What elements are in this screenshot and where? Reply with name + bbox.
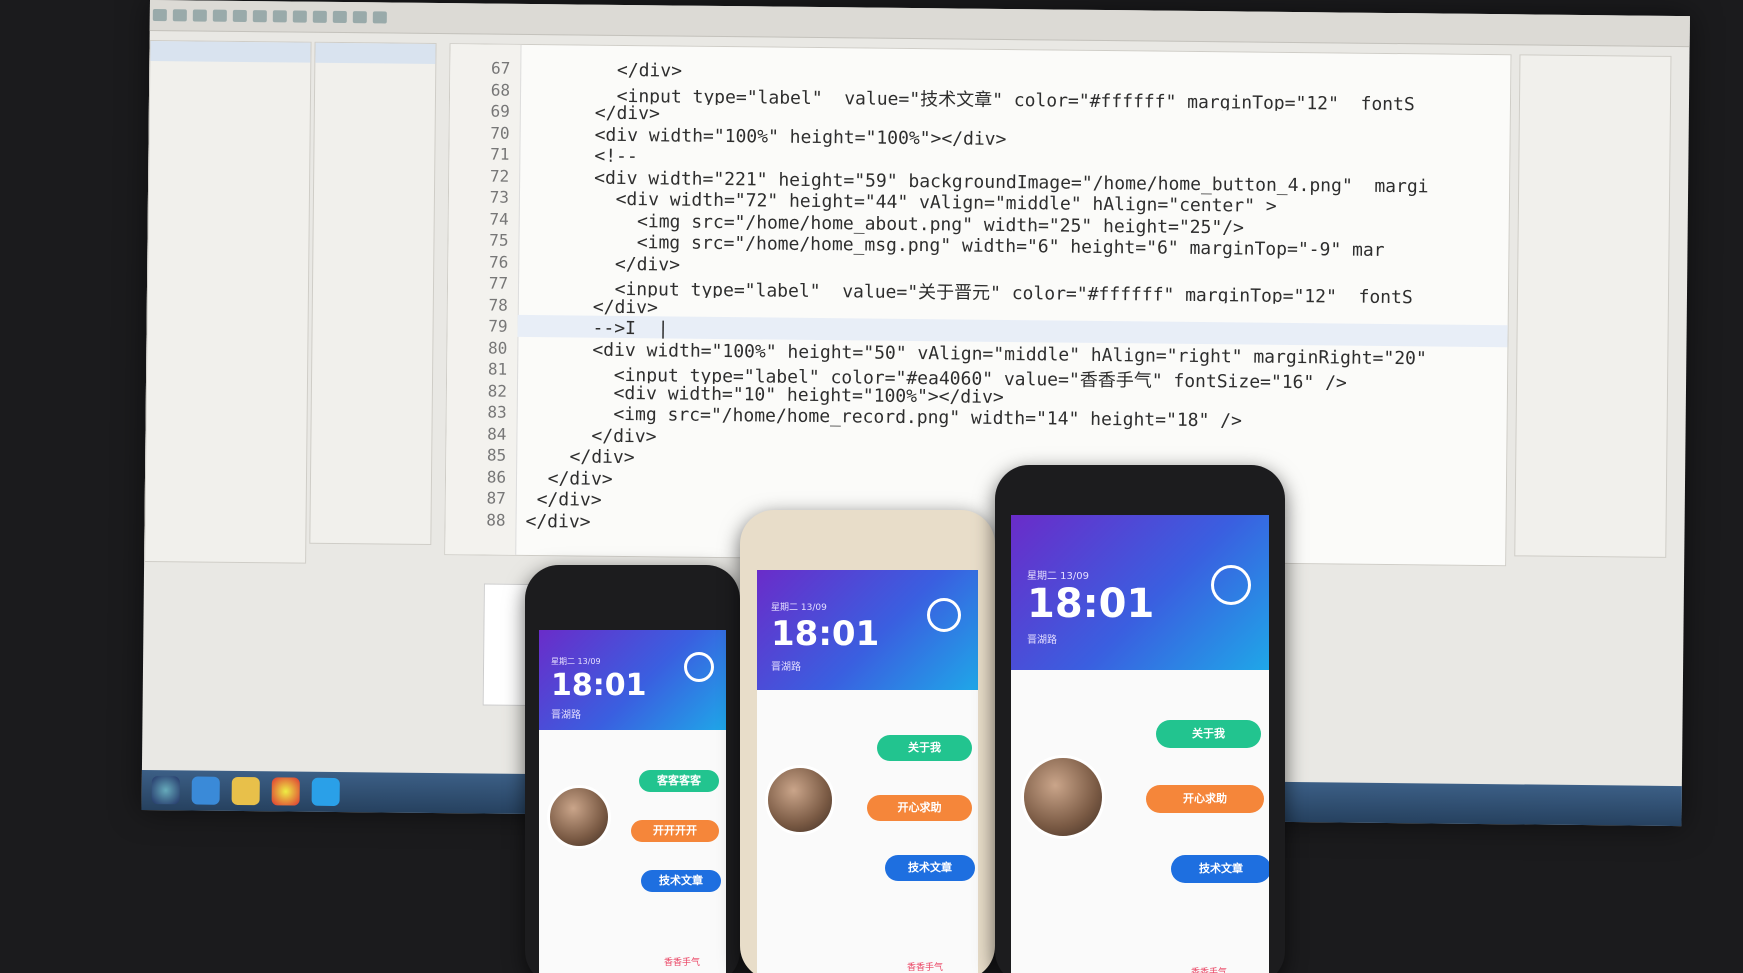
phone-middle: 星期二 13/09 18:01 晋湖路 关于我 开心求助 技术文章 香香手气	[740, 510, 995, 973]
date-label: 星期二 13/09	[771, 603, 827, 613]
line-number: 75	[489, 230, 509, 250]
time-label: 18:01	[551, 668, 647, 703]
code-line: </div>	[526, 424, 657, 447]
photo-scene: 67 68 69 70 71 72 73 74 75 76 77 78 79 80 81 82 83 84 85 86…	[0, 0, 1743, 973]
line-number: 77	[488, 273, 509, 293]
code-editor[interactable]: 67 68 69 70 71 72 73 74 75 76 77 78 79 80 81 82 83 84 85 86…	[444, 43, 1512, 567]
sun-icon	[684, 652, 714, 682]
phone-small: 星期二 13/09 18:01 晋湖路 客客客客 开开开开 技术文章 香香手气	[525, 565, 740, 973]
pill-button-2[interactable]: 开心求助	[867, 795, 972, 821]
phone-large-screen: 星期二 13/09 18:01 晋湖路 关于我 开心求助 技术文章 香香手气	[1011, 515, 1269, 973]
line-number: 84	[487, 424, 507, 444]
weather-header: 星期二 13/09 18:01 晋湖路	[1011, 515, 1269, 670]
code-line: </div>	[525, 510, 591, 533]
avatar	[765, 765, 835, 835]
line-number: 71	[490, 144, 510, 164]
line-number: 78	[488, 295, 508, 315]
line-number: 87	[486, 488, 506, 508]
status-bar	[539, 630, 726, 646]
phone-large: 星期二 13/09 18:01 晋湖路 关于我 开心求助 技术文章 香香手气	[995, 465, 1285, 973]
location-label: 晋湖路	[771, 662, 801, 673]
code-line: <input type="label" value="关于晋元" color="…	[527, 277, 1413, 306]
pill-button-3[interactable]: 技术文章	[885, 855, 975, 881]
code-line: </div>	[525, 488, 602, 511]
ide-toolbar	[149, 0, 1690, 48]
weather-header: 星期二 13/09 18:01 晋湖路	[539, 630, 726, 730]
lucky-link[interactable]: 香香手气	[907, 960, 943, 973]
line-number: 80	[488, 338, 508, 358]
phone-small-screen: 星期二 13/09 18:01 晋湖路 客客客客 开开开开 技术文章 香香手气	[539, 630, 726, 973]
status-bar	[1011, 515, 1269, 531]
pill-button-2[interactable]: 开心求助	[1146, 785, 1264, 813]
sun-icon	[927, 598, 961, 632]
line-number: 73	[489, 187, 510, 207]
date-label: 星期二 13/09	[1027, 571, 1089, 582]
time-label: 18:01	[1027, 581, 1155, 627]
code-line: </div>	[530, 58, 683, 82]
sun-icon	[1211, 565, 1251, 605]
location-label: 晋湖路	[551, 710, 581, 721]
app-icon[interactable]	[311, 777, 340, 807]
time-label: 18:01	[771, 614, 880, 654]
line-number: 68	[490, 80, 511, 100]
line-number: 83	[487, 402, 507, 422]
chrome-icon[interactable]	[271, 777, 300, 806]
date-label: 星期二 13/09	[551, 657, 601, 666]
avatar	[547, 785, 611, 849]
weather-header: 星期二 13/09 18:01 晋湖路	[757, 570, 978, 690]
location-label: 晋湖路	[1027, 635, 1057, 646]
phone-middle-screen: 星期二 13/09 18:01 晋湖路 关于我 开心求助 技术文章 香香手气	[757, 570, 978, 973]
code-line: </div>	[527, 295, 658, 318]
pill-button-3[interactable]: 技术文章	[641, 870, 721, 892]
code-line: <input type="label" value="技术文章" color="…	[529, 84, 1415, 112]
code-line: </div>	[526, 445, 635, 469]
pill-button-1[interactable]: 关于我	[1156, 720, 1261, 748]
code-line: <!--	[529, 144, 638, 168]
browser-icon[interactable]	[191, 776, 220, 805]
line-number: 67	[490, 58, 511, 78]
code-line: </div>	[525, 467, 613, 490]
line-gutter: 67 68 69 70 71 72 73 74 75 76 77 78 79 80 81 82 83 84 85 86…	[445, 44, 522, 555]
line-number: 86	[486, 467, 507, 487]
pill-button-2[interactable]: 开开开开	[631, 820, 719, 842]
outline-pane	[1514, 54, 1672, 558]
line-number: 69	[490, 101, 510, 121]
palette-pane	[309, 41, 437, 545]
code-line: </div>	[528, 252, 681, 276]
project-explorer	[144, 39, 312, 564]
pill-button-1[interactable]: 客客客客	[639, 770, 719, 792]
lucky-link[interactable]: 香香手气	[664, 955, 700, 968]
line-number: 72	[489, 166, 510, 186]
code-line: </div>	[529, 101, 660, 125]
folder-icon[interactable]	[231, 776, 260, 806]
status-bar	[757, 570, 978, 586]
lucky-link[interactable]: 香香手气	[1191, 965, 1227, 973]
start-icon[interactable]	[151, 776, 180, 805]
line-number: 81	[487, 359, 508, 379]
line-number: 79	[488, 316, 508, 336]
code-line: -->I |	[527, 316, 669, 340]
avatar	[1021, 755, 1105, 839]
line-number: 82	[487, 381, 508, 401]
code-lines: </div> <input type="label" value="技术文章" …	[451, 44, 1511, 532]
line-number: 85	[486, 445, 507, 465]
pill-button-3[interactable]: 技术文章	[1171, 855, 1269, 883]
pill-button-1[interactable]: 关于我	[877, 735, 972, 761]
line-number: 74	[489, 209, 509, 229]
line-number: 70	[490, 123, 510, 143]
line-number: 76	[488, 252, 509, 272]
line-number: 88	[486, 510, 506, 530]
